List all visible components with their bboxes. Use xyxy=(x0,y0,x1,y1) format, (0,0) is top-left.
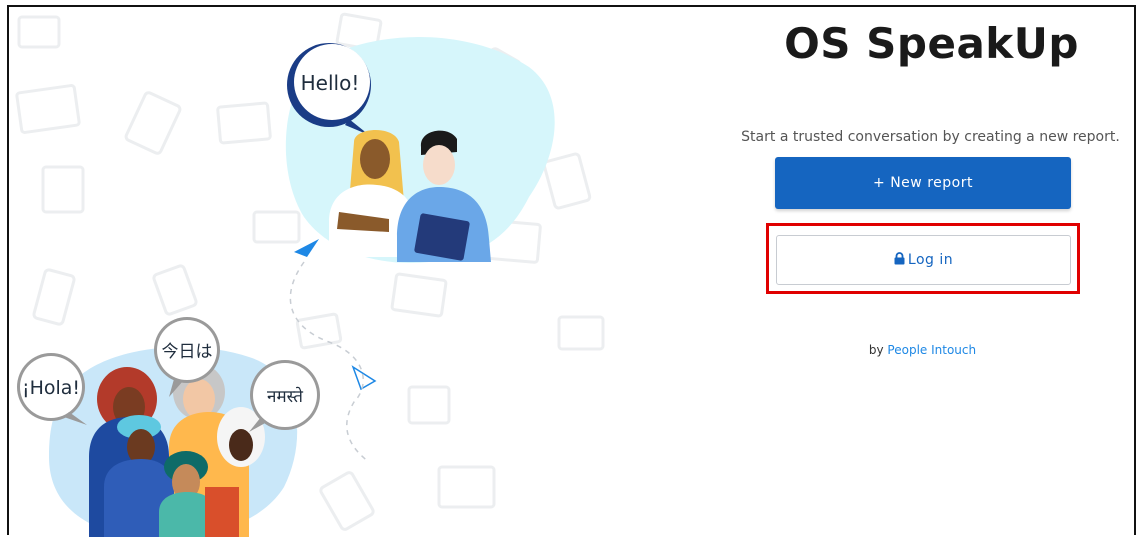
paper-plane-bottom xyxy=(351,365,377,391)
people-intouch-link[interactable]: People Intouch xyxy=(887,343,976,357)
illustration-svg: Hello! ¡Hola! 今日は नमस्ते xyxy=(15,12,605,537)
konnichiwa-text: 今日は xyxy=(162,342,213,362)
page-title: OS SpeakUp xyxy=(784,19,1079,68)
main-panel: OS SpeakUp Start a trusted conversation … xyxy=(709,7,1139,537)
byline-prefix: by xyxy=(868,343,888,357)
lock-icon xyxy=(894,251,905,269)
new-report-button[interactable]: + New report xyxy=(775,157,1071,209)
hero-illustration: Hello! ¡Hola! 今日は नमस्ते xyxy=(9,7,709,537)
login-label: Log in xyxy=(907,251,954,268)
tagline: Start a trusted conversation by creating… xyxy=(741,129,1120,145)
byline: by People Intouch xyxy=(709,343,1136,357)
namaste-text: नमस्ते xyxy=(267,386,303,407)
login-button[interactable]: Log in xyxy=(776,235,1071,285)
dashed-path xyxy=(289,261,370,463)
hola-text: ¡Hola! xyxy=(22,377,80,399)
hello-text: Hello! xyxy=(301,71,360,95)
page-frame: Hello! ¡Hola! 今日は नमस्ते OS SpeakUp Star… xyxy=(7,5,1139,537)
